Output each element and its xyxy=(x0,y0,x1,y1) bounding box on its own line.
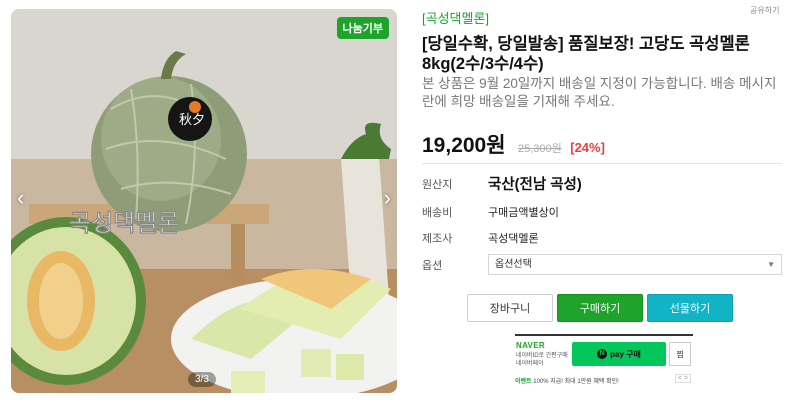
event-nav-arrows-icon[interactable]: < > xyxy=(674,374,691,383)
share-link[interactable]: 공유하기 xyxy=(750,5,779,16)
option-select[interactable]: 옵션선택 ▼ xyxy=(488,254,782,275)
naver-pay-label: pay 구매 xyxy=(610,349,641,359)
spec-origin-label: 원산지 xyxy=(422,178,453,191)
spec-maker-value: 곡성댁멜론 xyxy=(488,233,539,245)
gallery-counter: 3/3 xyxy=(188,372,216,387)
divider xyxy=(422,163,782,164)
spec-shipping: 배송비 구매금액별상이 xyxy=(422,204,782,220)
spec-shipping-value: 구매금액별상이 xyxy=(488,207,559,219)
event-label: 이벤트 xyxy=(515,379,532,385)
gift-button[interactable]: 선물하기 xyxy=(647,294,733,322)
gallery-prev-icon[interactable]: ‹ xyxy=(17,185,24,211)
svg-text:秋夕: 秋夕 xyxy=(179,113,205,128)
spec-origin-value: 국산(전남 곡성) xyxy=(488,177,582,193)
wishlist-button[interactable]: 찜 xyxy=(669,342,691,366)
svg-text:곡성댁멜론: 곡성댁멜론 xyxy=(69,209,179,237)
spec-shipping-label: 배송비 xyxy=(422,207,453,219)
naver-pay-box: NAVER 네이버ID로 간편구매 네이버페이 N pay 구매 찜 xyxy=(515,334,693,372)
add-to-cart-button[interactable]: 장바구니 xyxy=(467,294,553,322)
npay-icon: N xyxy=(597,349,608,359)
spec-option: 옵션 옵션선택 ▼ xyxy=(422,254,782,275)
buy-now-button[interactable]: 구매하기 xyxy=(557,294,643,322)
store-name-link[interactable]: [곡성댁멜론] xyxy=(422,8,489,27)
naver-pay-button[interactable]: N pay 구매 xyxy=(572,342,666,366)
product-image-gallery[interactable]: 秋夕 곡성댁멜론 나눔기부 ‹ › 3/3 xyxy=(11,9,397,393)
original-price: 25,300원 xyxy=(518,143,562,155)
gallery-next-icon[interactable]: › xyxy=(384,185,391,211)
donation-badge: 나눔기부 xyxy=(336,17,389,39)
event-banner[interactable]: 이벤트 100% 지급! 최대 1만원 혜택 확인! < > xyxy=(515,374,693,385)
spec-maker-label: 제조사 xyxy=(422,233,453,245)
naver-logo: NAVER xyxy=(516,341,545,350)
spec-maker: 제조사 곡성댁멜론 xyxy=(422,230,782,246)
price-row: 19,200원 25,300원 [24%] xyxy=(422,129,605,159)
product-title: [당일수확, 당일발송] 품질보장! 고당도 곡성멜론 8kg(2수/3수/4수… xyxy=(422,35,750,73)
naver-pay-subtext: 네이버ID로 간편구매 네이버페이 xyxy=(516,353,568,367)
event-text: 100% 지급! 최대 1만원 혜택 확인! xyxy=(533,379,619,385)
melon-photo: 秋夕 곡성댁멜론 xyxy=(11,9,397,393)
spec-origin: 원산지 국산(전남 곡성) xyxy=(422,173,782,194)
spec-option-label: 옵션 xyxy=(422,260,443,272)
discount-rate: [24%] xyxy=(570,140,605,155)
action-buttons: 장바구니 구매하기 선물하기 xyxy=(467,294,733,322)
option-select-value: 옵션선택 xyxy=(495,259,532,270)
sale-price: 19,200원 xyxy=(422,134,506,157)
product-description: 본 상품은 9월 20일까지 배송일 지정이 가능합니다. 배송 메시지란에 희… xyxy=(422,76,777,109)
chevron-down-icon: ▼ xyxy=(767,260,775,269)
